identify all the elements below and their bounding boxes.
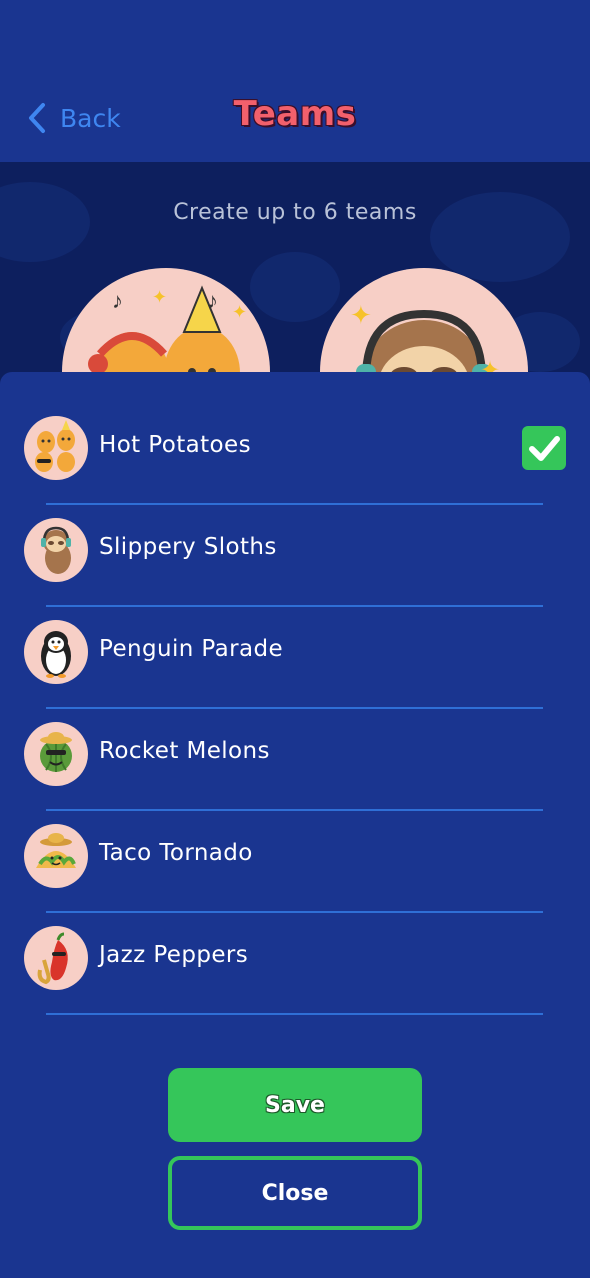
team-name: Slippery Sloths (99, 534, 277, 560)
team-name: Penguin Parade (99, 636, 284, 662)
team-row-hot-potatoes[interactable]: Hot Potatoes (24, 402, 566, 505)
team-avatar (24, 620, 88, 684)
team-avatar (24, 824, 88, 888)
penguin-icon (41, 631, 71, 678)
svg-text:✦: ✦ (350, 300, 372, 330)
melon-icon (40, 732, 72, 772)
team-avatar (24, 518, 88, 582)
team-name: Rocket Melons (99, 738, 270, 764)
svg-text:♪: ♪ (207, 288, 218, 313)
team-name: Hot Potatoes (99, 432, 251, 458)
team-name: Taco Tornado (99, 840, 253, 866)
svg-text:✦: ✦ (232, 302, 247, 322)
page-title: Teams (233, 94, 357, 134)
potato-icon (35, 420, 75, 472)
team-row-rocket-melons[interactable]: Rocket Melons (24, 708, 566, 811)
pepper-icon (37, 932, 68, 985)
header-bar: Back Teams (0, 0, 590, 162)
row-divider (46, 1013, 543, 1015)
team-row-penguin-parade[interactable]: Penguin Parade (24, 606, 566, 709)
team-row-slippery-sloths[interactable]: Slippery Sloths (24, 504, 566, 607)
sloth-icon (41, 526, 71, 574)
team-avatar (24, 722, 88, 786)
team-avatar (24, 416, 88, 480)
close-button[interactable]: Close (168, 1156, 422, 1230)
hero-subtitle: Create up to 6 teams (173, 200, 417, 225)
save-button[interactable]: Save (168, 1068, 422, 1142)
svg-text:♪: ♪ (112, 288, 123, 313)
taco-icon (36, 833, 76, 868)
selected-checkbox[interactable] (522, 426, 566, 470)
team-row-taco-tornado[interactable]: Taco Tornado (24, 810, 566, 913)
checkmark-icon (529, 436, 560, 461)
svg-text:✦: ✦ (152, 287, 167, 307)
team-name: Jazz Peppers (99, 942, 249, 968)
team-row-jazz-peppers[interactable]: Jazz Peppers (24, 912, 566, 1015)
team-list-sheet: Hot Potatoes Slippery Sloths Penguin Par… (0, 372, 590, 1278)
team-avatar (24, 926, 88, 990)
